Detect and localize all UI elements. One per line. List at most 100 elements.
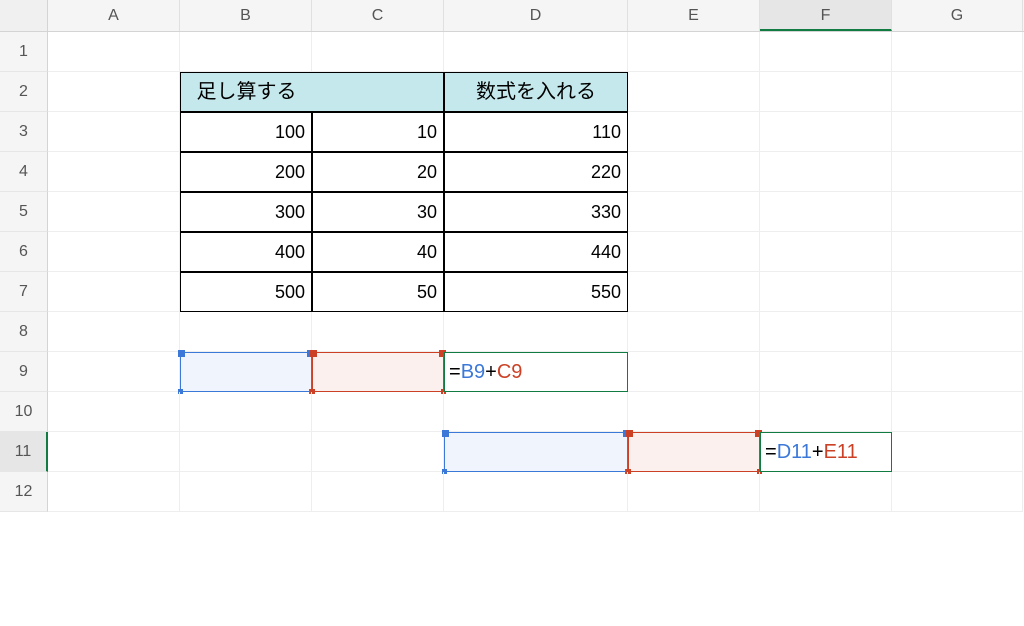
cell-D4[interactable]: 220 [444,152,628,192]
col-header-F[interactable]: F [760,0,892,31]
cell-F12[interactable] [760,472,892,512]
cell-G3[interactable] [892,112,1023,152]
cell-C10[interactable] [312,392,444,432]
cell-E9[interactable] [628,352,760,392]
row-header-11[interactable]: 11 [0,432,48,472]
cell-E10[interactable] [628,392,760,432]
cell-F4[interactable] [760,152,892,192]
cell-A10[interactable] [48,392,180,432]
cell-B7[interactable]: 500 [180,272,312,312]
cell-C11[interactable] [312,432,444,472]
row-header-12[interactable]: 12 [0,472,48,512]
cell-C12[interactable] [312,472,444,512]
row-header-5[interactable]: 5 [0,192,48,232]
row-header-8[interactable]: 8 [0,312,48,352]
cell-A11[interactable] [48,432,180,472]
cell-B1[interactable] [180,32,312,72]
cell-B12[interactable] [180,472,312,512]
cell-G1[interactable] [892,32,1023,72]
table-header-left[interactable]: 足し算する [180,72,312,112]
cell-C7[interactable]: 50 [312,272,444,312]
cell-A8[interactable] [48,312,180,352]
cell-E8[interactable] [628,312,760,352]
row-header-1[interactable]: 1 [0,32,48,72]
cell-A7[interactable] [48,272,180,312]
ref-C9[interactable] [312,352,444,392]
cell-E1[interactable] [628,32,760,72]
cell-G4[interactable] [892,152,1023,192]
cell-F6[interactable] [760,232,892,272]
col-header-G[interactable]: G [892,0,1023,31]
cell-F8[interactable] [760,312,892,352]
cell-B4[interactable]: 200 [180,152,312,192]
cell-G5[interactable] [892,192,1023,232]
cell-B5[interactable]: 300 [180,192,312,232]
cell-A5[interactable] [48,192,180,232]
cell-D5[interactable]: 330 [444,192,628,232]
cell-F2[interactable] [760,72,892,112]
cell-B11[interactable] [180,432,312,472]
cell-C1[interactable] [312,32,444,72]
cell-E4[interactable] [628,152,760,192]
cell-A2[interactable] [48,72,180,112]
cell-D1[interactable] [444,32,628,72]
cell-B3[interactable]: 100 [180,112,312,152]
cell-E12[interactable] [628,472,760,512]
cell-C8[interactable] [312,312,444,352]
cell-D6[interactable]: 440 [444,232,628,272]
cell-A1[interactable] [48,32,180,72]
cell-D7[interactable]: 550 [444,272,628,312]
cell-E7[interactable] [628,272,760,312]
row-header-7[interactable]: 7 [0,272,48,312]
table-header-right[interactable]: 数式を入れる [444,72,628,112]
col-header-C[interactable]: C [312,0,444,31]
cell-C4[interactable]: 20 [312,152,444,192]
cell-D10[interactable] [444,392,628,432]
formula-cell-F11[interactable]: =D11+E11 [760,432,892,472]
cell-C5[interactable]: 30 [312,192,444,232]
row-header-6[interactable]: 6 [0,232,48,272]
cell-G10[interactable] [892,392,1023,432]
cell-B10[interactable] [180,392,312,432]
cell-C2[interactable] [312,72,444,112]
col-header-A[interactable]: A [48,0,180,31]
cell-G2[interactable] [892,72,1023,112]
cell-F7[interactable] [760,272,892,312]
cell-A4[interactable] [48,152,180,192]
ref-E11[interactable] [628,432,760,472]
cell-G11[interactable] [892,432,1023,472]
cell-A3[interactable] [48,112,180,152]
cell-F1[interactable] [760,32,892,72]
col-header-B[interactable]: B [180,0,312,31]
cell-F3[interactable] [760,112,892,152]
cell-F10[interactable] [760,392,892,432]
cell-D3[interactable]: 110 [444,112,628,152]
cell-A12[interactable] [48,472,180,512]
cell-B8[interactable] [180,312,312,352]
cell-E5[interactable] [628,192,760,232]
cell-B6[interactable]: 400 [180,232,312,272]
cell-G9[interactable] [892,352,1023,392]
row-header-3[interactable]: 3 [0,112,48,152]
row-header-9[interactable]: 9 [0,352,48,392]
cell-E6[interactable] [628,232,760,272]
cell-A9[interactable] [48,352,180,392]
formula-cell-D9[interactable]: =B9+C9 [444,352,628,392]
cell-F5[interactable] [760,192,892,232]
cell-E2[interactable] [628,72,760,112]
cell-G6[interactable] [892,232,1023,272]
cell-G12[interactable] [892,472,1023,512]
col-header-D[interactable]: D [444,0,628,31]
cell-D12[interactable] [444,472,628,512]
cell-G7[interactable] [892,272,1023,312]
row-header-2[interactable]: 2 [0,72,48,112]
cell-E3[interactable] [628,112,760,152]
cell-G8[interactable] [892,312,1023,352]
row-header-10[interactable]: 10 [0,392,48,432]
cell-F9[interactable] [760,352,892,392]
ref-B9[interactable] [180,352,312,392]
cell-A6[interactable] [48,232,180,272]
col-header-E[interactable]: E [628,0,760,31]
select-all-corner[interactable] [0,0,48,31]
cell-C3[interactable]: 10 [312,112,444,152]
